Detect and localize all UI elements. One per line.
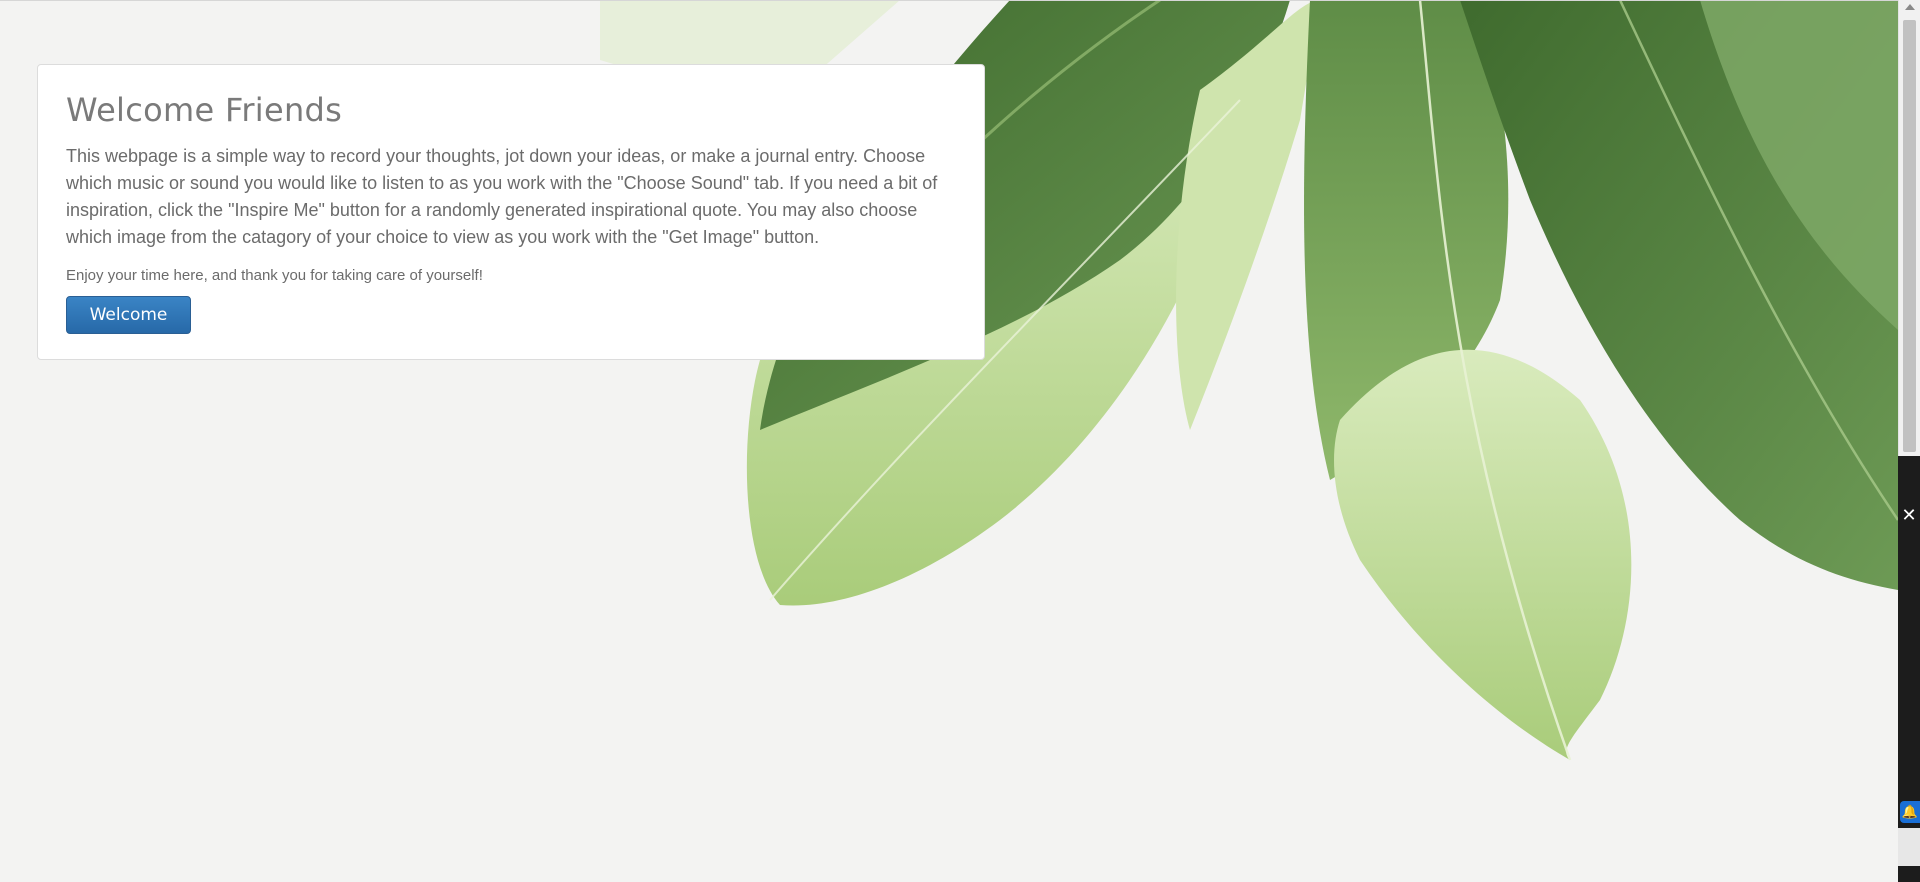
top-border xyxy=(0,0,1898,1)
intro-text: This webpage is a simple way to record y… xyxy=(66,146,938,247)
scroll-thumb[interactable] xyxy=(1903,20,1916,452)
bell-icon[interactable]: 🔔 xyxy=(1900,801,1920,823)
side-panel-footer xyxy=(1898,828,1920,866)
close-icon[interactable]: ✕ xyxy=(1898,504,1920,526)
welcome-button[interactable]: Welcome xyxy=(66,296,191,334)
side-panel: ✕ 🔔 xyxy=(1898,456,1920,882)
thanks-text: Enjoy your time here, and thank you for … xyxy=(66,267,483,284)
page-title: Welcome Friends xyxy=(66,91,343,129)
scroll-up-arrow-icon[interactable] xyxy=(1905,4,1915,10)
page: Welcome Friends This webpage is a simple… xyxy=(0,0,1920,882)
welcome-panel: Welcome Friends This webpage is a simple… xyxy=(37,64,985,360)
